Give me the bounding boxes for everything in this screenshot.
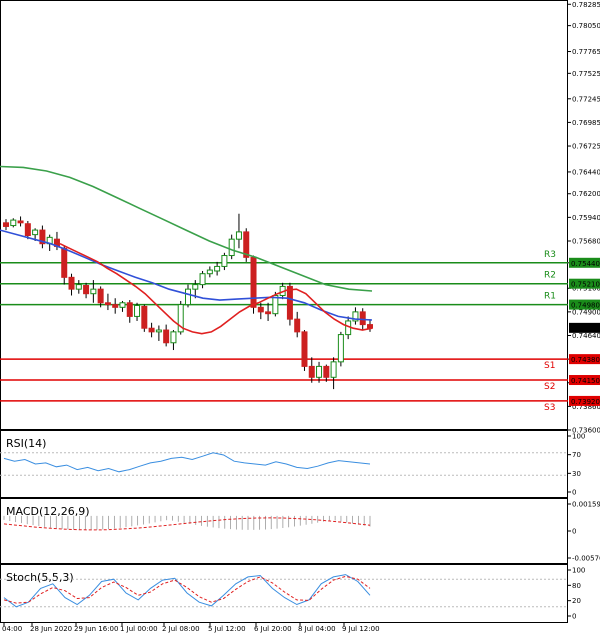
price-chart: 0.78285 0.78050 0.77765 0.77525 0.77245 0.769… (0, 0, 600, 633)
price-tick-label: 0.74640 (572, 332, 600, 340)
bear-candle (141, 305, 148, 329)
indicator-tick-label: 80 (572, 582, 581, 590)
bear-candle (323, 365, 330, 378)
bull-candle (134, 305, 141, 317)
indicator-tick-label: 0 (572, 489, 576, 497)
bear-candle (301, 331, 308, 367)
indicator-label: MACD(12,26,9) (6, 505, 90, 518)
level-label-s2: S2 (544, 382, 555, 392)
time-tick-label: 9 Jul 12:00 (342, 625, 380, 633)
bear-candle (250, 256, 257, 308)
indicator-tick-label: 30 (572, 470, 581, 478)
bull-candle (337, 334, 344, 363)
level-label-r3: R3 (544, 250, 556, 260)
price-tick-label: 0.75680 (572, 237, 600, 245)
time-tick-label: 2 Jul 08:00 (162, 625, 200, 633)
bull-candle (206, 269, 213, 275)
level-tag-text: 0.74150 (571, 377, 600, 385)
level-tag-text: 0.75440 (571, 260, 600, 268)
price-tick-label: 0.75940 (572, 214, 600, 222)
bear-candle (17, 220, 24, 224)
bear-candle (359, 311, 366, 326)
time-tick-label: 28 Jun 2020 (30, 625, 72, 633)
indicator-tick-label: 100 (572, 567, 585, 575)
bull-candle (155, 329, 162, 333)
bull-candle (228, 238, 235, 257)
time-tick-label: 04:00 (2, 625, 22, 633)
level-tag-text: 0.74380 (571, 356, 600, 364)
bull-candle (185, 288, 191, 306)
bear-candle (24, 223, 31, 237)
bear-candle (257, 306, 264, 313)
indicator-tick-label: 0.001599 (572, 501, 600, 509)
price-tick-label: 0.76985 (572, 119, 600, 127)
indicator-tick-label: 70 (572, 451, 581, 459)
time-tick-label: 8 Jul 04:00 (298, 625, 336, 633)
bull-candle (119, 302, 126, 308)
indicator-label: RSI(14) (6, 437, 46, 450)
indicator-label: Stoch(5,5,3) (6, 571, 74, 584)
bull-candle (214, 265, 221, 272)
bull-candle (170, 331, 177, 344)
indicator-tick-label: 100 (572, 433, 585, 441)
level-label-s1: S1 (544, 361, 555, 371)
bull-candle (10, 219, 17, 227)
indicator-tick-label: 0 (572, 613, 576, 621)
bear-candle (163, 329, 170, 344)
price-tick-label: 0.76725 (572, 143, 600, 151)
price-tick-label: 0.76200 (572, 190, 600, 198)
bull-candle (235, 231, 242, 240)
time-tick-label: 6 Jul 20:00 (254, 625, 292, 633)
indicator-tick-label: -0.005765 (572, 555, 600, 563)
bear-candle (3, 222, 9, 227)
rsi-line (3, 452, 371, 473)
ma-fast-line (59, 242, 373, 335)
price-tick-label: 0.78285 (572, 1, 600, 9)
level-tag-text: 0.73920 (571, 398, 600, 406)
level-label-r2: R2 (544, 271, 556, 281)
bear-candle (68, 276, 75, 290)
bear-candle (126, 302, 133, 317)
bear-candle (61, 247, 68, 278)
time-tick-label: 29 Jun 16:00 (74, 625, 118, 633)
price-tick-label: 0.78050 (572, 22, 600, 30)
price-tick-label: 0.76440 (572, 168, 600, 176)
bull-candle (32, 229, 39, 236)
level-tag-text: 0.75210 (571, 281, 600, 289)
bear-candle (148, 327, 155, 333)
bull-candle (199, 273, 206, 286)
bear-candle (286, 285, 293, 320)
indicator-tick-label: 20 (572, 597, 581, 605)
ma-slow-line (0, 165, 373, 292)
bull-candle (192, 284, 199, 290)
bear-candle (265, 311, 272, 315)
bull-candle (221, 255, 228, 267)
current-price-text: 0.74724 (571, 325, 600, 333)
macd-signal-line (3, 517, 371, 531)
level-label-r1: R1 (544, 292, 556, 302)
bear-candle (97, 288, 104, 304)
bull-candle (316, 365, 323, 378)
bear-candle (112, 304, 119, 308)
bear-candle (83, 285, 90, 295)
level-label-s3: S3 (544, 403, 555, 413)
bull-candle (330, 361, 337, 378)
bull-candle (75, 284, 82, 290)
price-tick-label: 0.77525 (572, 70, 600, 78)
time-tick-label: 5 Jul 12:00 (208, 625, 246, 633)
bear-candle (104, 302, 111, 306)
bull-candle (90, 288, 97, 295)
bear-candle (294, 318, 301, 333)
price-tick-label: 0.77245 (572, 95, 600, 103)
level-tag-text: 0.74980 (571, 302, 600, 310)
price-tick-label: 0.77765 (572, 48, 600, 56)
time-tick-label: 1 Jul 00:00 (120, 625, 158, 633)
bear-candle (308, 365, 315, 378)
indicator-tick-label: 0 (572, 528, 576, 536)
